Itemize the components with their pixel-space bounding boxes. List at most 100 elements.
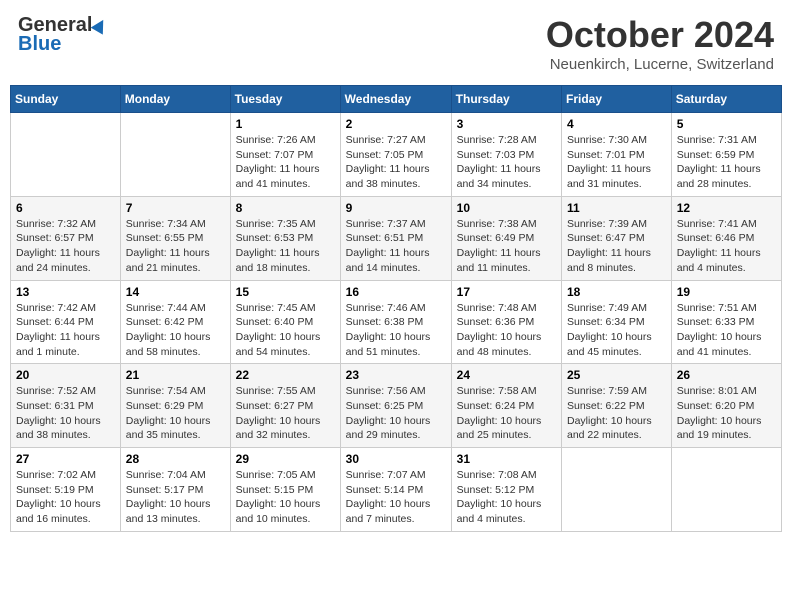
day-info: Sunrise: 7:46 AMSunset: 6:38 PMDaylight:… (346, 301, 446, 360)
weekday-header: Friday (562, 86, 672, 113)
calendar-cell: 10 Sunrise: 7:38 AMSunset: 6:49 PMDayligh… (451, 196, 561, 280)
day-number: 8 (236, 201, 335, 215)
calendar-week-row: 1 Sunrise: 7:26 AMSunset: 7:07 PMDaylight… (11, 113, 782, 197)
calendar-week-row: 27Sunrise: 7:02 AMSunset: 5:19 PMDayligh… (11, 448, 782, 532)
day-info: Sunrise: 7:32 AMSunset: 6:57 PMDaylight:… (16, 217, 115, 276)
day-number: 5 (677, 117, 776, 131)
day-info: Sunrise: 7:37 AMSunset: 6:51 PMDaylight:… (346, 217, 446, 276)
calendar-cell: 29 Sunrise: 7:05 AMSunset: 5:15 PMDayligh… (230, 448, 340, 532)
day-number: 1 (236, 117, 335, 131)
day-info: Sunrise: 7:26 AMSunset: 7:07 PMDaylight:… (236, 133, 335, 192)
day-number: 20 (16, 368, 115, 382)
calendar-cell: 26 Sunrise: 8:01 AMSunset: 6:20 PMDayligh… (671, 364, 781, 448)
calendar-cell: 4 Sunrise: 7:30 AMSunset: 7:01 PMDaylight… (562, 113, 672, 197)
calendar-table: SundayMondayTuesdayWednesdayThursdayFrid… (10, 85, 782, 532)
calendar-cell (671, 448, 781, 532)
day-number: 13 (16, 285, 115, 299)
day-info: Sunrise: 7:59 AMSunset: 6:22 PMDaylight:… (567, 384, 666, 443)
day-number: 14 (126, 285, 225, 299)
calendar-cell: 24 Sunrise: 7:58 AMSunset: 6:24 PMDayligh… (451, 364, 561, 448)
day-info: Sunrise: 7:38 AMSunset: 6:49 PMDaylight:… (457, 217, 556, 276)
weekday-header: Monday (120, 86, 230, 113)
day-number: 24 (457, 368, 556, 382)
calendar-cell: 1 Sunrise: 7:26 AMSunset: 7:07 PMDaylight… (230, 113, 340, 197)
calendar-week-row: 6 Sunrise: 7:32 AMSunset: 6:57 PMDaylight… (11, 196, 782, 280)
day-number: 22 (236, 368, 335, 382)
day-info: Sunrise: 7:30 AMSunset: 7:01 PMDaylight:… (567, 133, 666, 192)
calendar-cell: 17 Sunrise: 7:48 AMSunset: 6:36 PMDayligh… (451, 280, 561, 364)
weekday-header: Saturday (671, 86, 781, 113)
weekday-header: Tuesday (230, 86, 340, 113)
calendar-cell: 5 Sunrise: 7:31 AMSunset: 6:59 PMDaylight… (671, 113, 781, 197)
day-number: 15 (236, 285, 335, 299)
day-number: 3 (457, 117, 556, 131)
day-info: Sunrise: 7:31 AMSunset: 6:59 PMDaylight:… (677, 133, 776, 192)
day-number: 25 (567, 368, 666, 382)
calendar-cell: 8 Sunrise: 7:35 AMSunset: 6:53 PMDaylight… (230, 196, 340, 280)
day-info: Sunrise: 7:44 AMSunset: 6:42 PMDaylight:… (126, 301, 225, 360)
day-number: 21 (126, 368, 225, 382)
calendar-cell: 16 Sunrise: 7:46 AMSunset: 6:38 PMDayligh… (340, 280, 451, 364)
weekday-header-row: SundayMondayTuesdayWednesdayThursdayFrid… (11, 86, 782, 113)
day-number: 6 (16, 201, 115, 215)
title-section: October 2024 Neuenkirch, Lucerne, Switze… (546, 14, 774, 73)
calendar-cell: 11Sunrise: 7:39 AMSunset: 6:47 PMDayligh… (562, 196, 672, 280)
calendar-cell: 12 Sunrise: 7:41 AMSunset: 6:46 PMDayligh… (671, 196, 781, 280)
day-info: Sunrise: 7:04 AMSunset: 5:17 PMDaylight:… (126, 468, 225, 527)
calendar-cell (120, 113, 230, 197)
calendar-cell: 25 Sunrise: 7:59 AMSunset: 6:22 PMDayligh… (562, 364, 672, 448)
calendar-cell: 18Sunrise: 7:49 AMSunset: 6:34 PMDayligh… (562, 280, 672, 364)
day-number: 29 (236, 452, 335, 466)
calendar-cell (11, 113, 121, 197)
calendar-cell: 28Sunrise: 7:04 AMSunset: 5:17 PMDayligh… (120, 448, 230, 532)
day-info: Sunrise: 7:27 AMSunset: 7:05 PMDaylight:… (346, 133, 446, 192)
day-info: Sunrise: 7:28 AMSunset: 7:03 PMDaylight:… (457, 133, 556, 192)
calendar-cell: 2 Sunrise: 7:27 AMSunset: 7:05 PMDaylight… (340, 113, 451, 197)
day-number: 17 (457, 285, 556, 299)
weekday-header: Wednesday (340, 86, 451, 113)
day-number: 2 (346, 117, 446, 131)
day-number: 12 (677, 201, 776, 215)
calendar-cell: 27Sunrise: 7:02 AMSunset: 5:19 PMDayligh… (11, 448, 121, 532)
day-info: Sunrise: 7:35 AMSunset: 6:53 PMDaylight:… (236, 217, 335, 276)
day-number: 4 (567, 117, 666, 131)
calendar-cell (562, 448, 672, 532)
day-info: Sunrise: 7:05 AMSunset: 5:15 PMDaylight:… (236, 468, 335, 527)
day-info: Sunrise: 7:41 AMSunset: 6:46 PMDaylight:… (677, 217, 776, 276)
day-number: 27 (16, 452, 115, 466)
calendar-cell: 13 Sunrise: 7:42 AMSunset: 6:44 PMDayligh… (11, 280, 121, 364)
page-header: General Blue October 2024 Neuenkirch, Lu… (10, 10, 782, 77)
day-info: Sunrise: 7:45 AMSunset: 6:40 PMDaylight:… (236, 301, 335, 360)
calendar-cell: 15 Sunrise: 7:45 AMSunset: 6:40 PMDayligh… (230, 280, 340, 364)
calendar-week-row: 13 Sunrise: 7:42 AMSunset: 6:44 PMDayligh… (11, 280, 782, 364)
day-info: Sunrise: 7:34 AMSunset: 6:55 PMDaylight:… (126, 217, 225, 276)
day-info: Sunrise: 7:07 AMSunset: 5:14 PMDaylight:… (346, 468, 446, 527)
day-number: 26 (677, 368, 776, 382)
day-info: Sunrise: 7:55 AMSunset: 6:27 PMDaylight:… (236, 384, 335, 443)
day-info: Sunrise: 7:08 AMSunset: 5:12 PMDaylight:… (457, 468, 556, 527)
calendar-cell: 20Sunrise: 7:52 AMSunset: 6:31 PMDayligh… (11, 364, 121, 448)
calendar-cell: 21 Sunrise: 7:54 AMSunset: 6:29 PMDayligh… (120, 364, 230, 448)
day-number: 11 (567, 201, 666, 215)
day-number: 19 (677, 285, 776, 299)
day-info: Sunrise: 7:42 AMSunset: 6:44 PMDaylight:… (16, 301, 115, 360)
calendar-cell: 19Sunrise: 7:51 AMSunset: 6:33 PMDayligh… (671, 280, 781, 364)
day-number: 10 (457, 201, 556, 215)
day-number: 16 (346, 285, 446, 299)
calendar-cell: 14 Sunrise: 7:44 AMSunset: 6:42 PMDayligh… (120, 280, 230, 364)
day-info: Sunrise: 7:54 AMSunset: 6:29 PMDaylight:… (126, 384, 225, 443)
day-info: Sunrise: 7:49 AMSunset: 6:34 PMDaylight:… (567, 301, 666, 360)
logo-blue: Blue (18, 33, 61, 56)
day-info: Sunrise: 7:58 AMSunset: 6:24 PMDaylight:… (457, 384, 556, 443)
day-info: Sunrise: 8:01 AMSunset: 6:20 PMDaylight:… (677, 384, 776, 443)
day-info: Sunrise: 7:48 AMSunset: 6:36 PMDaylight:… (457, 301, 556, 360)
logo: General Blue (18, 14, 107, 56)
logo-triangle-icon (91, 16, 110, 34)
day-number: 9 (346, 201, 446, 215)
calendar-cell: 31 Sunrise: 7:08 AMSunset: 5:12 PMDayligh… (451, 448, 561, 532)
day-number: 31 (457, 452, 556, 466)
weekday-header: Thursday (451, 86, 561, 113)
calendar-week-row: 20Sunrise: 7:52 AMSunset: 6:31 PMDayligh… (11, 364, 782, 448)
calendar-cell: 22 Sunrise: 7:55 AMSunset: 6:27 PMDayligh… (230, 364, 340, 448)
day-number: 30 (346, 452, 446, 466)
